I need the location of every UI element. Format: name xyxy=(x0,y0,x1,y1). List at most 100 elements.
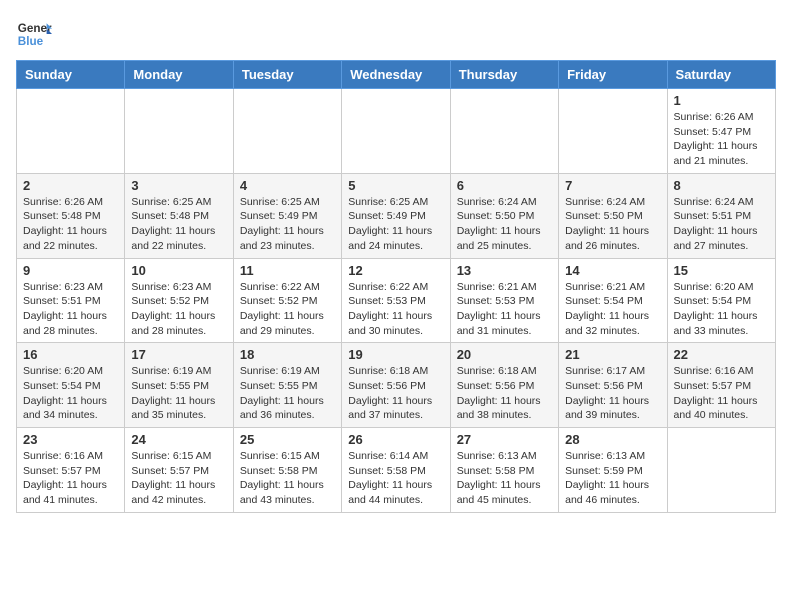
day-number: 21 xyxy=(565,347,660,362)
day-info: Sunrise: 6:24 AM Sunset: 5:50 PM Dayligh… xyxy=(457,195,552,254)
calendar-cell: 6 Sunrise: 6:24 AM Sunset: 5:50 PM Daylig… xyxy=(450,173,558,258)
day-number: 13 xyxy=(457,263,552,278)
weekday-header-sunday: Sunday xyxy=(17,61,125,89)
day-number: 25 xyxy=(240,432,335,447)
calendar-cell: 18Sunrise: 6:19 AM Sunset: 5:55 PM Dayli… xyxy=(233,343,341,428)
day-info: Sunrise: 6:24 AM Sunset: 5:51 PM Dayligh… xyxy=(674,195,769,254)
calendar-cell xyxy=(125,89,233,174)
day-info: Sunrise: 6:16 AM Sunset: 5:57 PM Dayligh… xyxy=(674,364,769,423)
day-info: Sunrise: 6:21 AM Sunset: 5:54 PM Dayligh… xyxy=(565,280,660,339)
calendar-week-4: 16 Sunrise: 6:20 AM Sunset: 5:54 PM Dayli… xyxy=(17,343,776,428)
calendar-cell: 25 Sunrise: 6:15 AM Sunset: 5:58 PM Dayli… xyxy=(233,428,341,513)
calendar-cell: 27 Sunrise: 6:13 AM Sunset: 5:58 PM Dayli… xyxy=(450,428,558,513)
day-number: 2 xyxy=(23,178,118,193)
calendar-cell: 7 Sunrise: 6:24 AM Sunset: 5:50 PM Daylig… xyxy=(559,173,667,258)
day-info: Sunrise: 6:20 AM Sunset: 5:54 PM Dayligh… xyxy=(674,280,769,339)
calendar-cell xyxy=(17,89,125,174)
day-info: Sunrise: 6:17 AM Sunset: 5:56 PM Dayligh… xyxy=(565,364,660,423)
day-number: 20 xyxy=(457,347,552,362)
weekday-header-thursday: Thursday xyxy=(450,61,558,89)
day-number: 28 xyxy=(565,432,660,447)
day-number: 7 xyxy=(565,178,660,193)
day-number: 14 xyxy=(565,263,660,278)
calendar-cell: 26 Sunrise: 6:14 AM Sunset: 5:58 PM Dayli… xyxy=(342,428,450,513)
day-number: 3 xyxy=(131,178,226,193)
day-number: 24 xyxy=(131,432,226,447)
calendar-cell: 2 Sunrise: 6:26 AM Sunset: 5:48 PM Daylig… xyxy=(17,173,125,258)
calendar-cell: 24 Sunrise: 6:15 AM Sunset: 5:57 PM Dayli… xyxy=(125,428,233,513)
day-number: 15 xyxy=(674,263,769,278)
calendar-cell: 16 Sunrise: 6:20 AM Sunset: 5:54 PM Dayli… xyxy=(17,343,125,428)
day-number: 26 xyxy=(348,432,443,447)
calendar-cell: 14 Sunrise: 6:21 AM Sunset: 5:54 PM Dayli… xyxy=(559,258,667,343)
day-number: 9 xyxy=(23,263,118,278)
weekday-header-monday: Monday xyxy=(125,61,233,89)
calendar-cell: 19 Sunrise: 6:18 AM Sunset: 5:56 PM Dayli… xyxy=(342,343,450,428)
calendar-cell: 17 Sunrise: 6:19 AM Sunset: 5:55 PM Dayli… xyxy=(125,343,233,428)
calendar-week-1: 1 Sunrise: 6:26 AM Sunset: 5:47 PM Daylig… xyxy=(17,89,776,174)
weekday-header-tuesday: Tuesday xyxy=(233,61,341,89)
svg-text:Blue: Blue xyxy=(18,35,44,48)
day-info: Sunrise: 6:23 AM Sunset: 5:52 PM Dayligh… xyxy=(131,280,226,339)
calendar-cell xyxy=(233,89,341,174)
day-number: 17 xyxy=(131,347,226,362)
calendar-week-3: 9 Sunrise: 6:23 AM Sunset: 5:51 PM Daylig… xyxy=(17,258,776,343)
day-number: 6 xyxy=(457,178,552,193)
logo: General Blue xyxy=(16,16,52,52)
day-info: Sunrise: 6:21 AM Sunset: 5:53 PM Dayligh… xyxy=(457,280,552,339)
day-number: 18 xyxy=(240,347,335,362)
calendar-cell: 21 Sunrise: 6:17 AM Sunset: 5:56 PM Dayli… xyxy=(559,343,667,428)
day-info: Sunrise: 6:15 AM Sunset: 5:58 PM Dayligh… xyxy=(240,449,335,508)
day-number: 5 xyxy=(348,178,443,193)
day-info: Sunrise: 6:13 AM Sunset: 5:58 PM Dayligh… xyxy=(457,449,552,508)
weekday-header-friday: Friday xyxy=(559,61,667,89)
day-number: 16 xyxy=(23,347,118,362)
day-info: Sunrise: 6:26 AM Sunset: 5:47 PM Dayligh… xyxy=(674,110,769,169)
calendar-cell: 22 Sunrise: 6:16 AM Sunset: 5:57 PM Dayli… xyxy=(667,343,775,428)
day-info: Sunrise: 6:24 AM Sunset: 5:50 PM Dayligh… xyxy=(565,195,660,254)
calendar-cell: 1 Sunrise: 6:26 AM Sunset: 5:47 PM Daylig… xyxy=(667,89,775,174)
day-info: Sunrise: 6:19 AM Sunset: 5:55 PM Dayligh… xyxy=(131,364,226,423)
calendar-cell xyxy=(450,89,558,174)
day-number: 1 xyxy=(674,93,769,108)
day-number: 12 xyxy=(348,263,443,278)
calendar-cell: 20 Sunrise: 6:18 AM Sunset: 5:56 PM Dayli… xyxy=(450,343,558,428)
calendar-cell xyxy=(342,89,450,174)
calendar-week-2: 2 Sunrise: 6:26 AM Sunset: 5:48 PM Daylig… xyxy=(17,173,776,258)
day-number: 27 xyxy=(457,432,552,447)
calendar-table: SundayMondayTuesdayWednesdayThursdayFrid… xyxy=(16,60,776,513)
day-info: Sunrise: 6:14 AM Sunset: 5:58 PM Dayligh… xyxy=(348,449,443,508)
calendar-cell: 23Sunrise: 6:16 AM Sunset: 5:57 PM Dayli… xyxy=(17,428,125,513)
calendar-cell: 10 Sunrise: 6:23 AM Sunset: 5:52 PM Dayli… xyxy=(125,258,233,343)
day-info: Sunrise: 6:18 AM Sunset: 5:56 PM Dayligh… xyxy=(457,364,552,423)
day-info: Sunrise: 6:23 AM Sunset: 5:51 PM Dayligh… xyxy=(23,280,118,339)
day-info: Sunrise: 6:25 AM Sunset: 5:49 PM Dayligh… xyxy=(240,195,335,254)
calendar-cell: 5 Sunrise: 6:25 AM Sunset: 5:49 PM Daylig… xyxy=(342,173,450,258)
day-info: Sunrise: 6:13 AM Sunset: 5:59 PM Dayligh… xyxy=(565,449,660,508)
logo-icon: General Blue xyxy=(16,16,52,52)
page-header: General Blue xyxy=(16,16,776,52)
day-info: Sunrise: 6:20 AM Sunset: 5:54 PM Dayligh… xyxy=(23,364,118,423)
day-info: Sunrise: 6:18 AM Sunset: 5:56 PM Dayligh… xyxy=(348,364,443,423)
day-info: Sunrise: 6:25 AM Sunset: 5:48 PM Dayligh… xyxy=(131,195,226,254)
day-info: Sunrise: 6:26 AM Sunset: 5:48 PM Dayligh… xyxy=(23,195,118,254)
day-number: 19 xyxy=(348,347,443,362)
calendar-cell xyxy=(559,89,667,174)
weekday-header-saturday: Saturday xyxy=(667,61,775,89)
day-number: 10 xyxy=(131,263,226,278)
day-number: 8 xyxy=(674,178,769,193)
calendar-cell: 9 Sunrise: 6:23 AM Sunset: 5:51 PM Daylig… xyxy=(17,258,125,343)
day-number: 11 xyxy=(240,263,335,278)
calendar-week-5: 23Sunrise: 6:16 AM Sunset: 5:57 PM Dayli… xyxy=(17,428,776,513)
calendar-cell xyxy=(667,428,775,513)
calendar-cell: 4Sunrise: 6:25 AM Sunset: 5:49 PM Daylig… xyxy=(233,173,341,258)
day-number: 22 xyxy=(674,347,769,362)
calendar-cell: 3 Sunrise: 6:25 AM Sunset: 5:48 PM Daylig… xyxy=(125,173,233,258)
calendar-cell: 11Sunrise: 6:22 AM Sunset: 5:52 PM Dayli… xyxy=(233,258,341,343)
day-info: Sunrise: 6:22 AM Sunset: 5:53 PM Dayligh… xyxy=(348,280,443,339)
calendar-cell: 12 Sunrise: 6:22 AM Sunset: 5:53 PM Dayli… xyxy=(342,258,450,343)
calendar-cell: 8 Sunrise: 6:24 AM Sunset: 5:51 PM Daylig… xyxy=(667,173,775,258)
day-info: Sunrise: 6:25 AM Sunset: 5:49 PM Dayligh… xyxy=(348,195,443,254)
day-info: Sunrise: 6:15 AM Sunset: 5:57 PM Dayligh… xyxy=(131,449,226,508)
day-number: 23 xyxy=(23,432,118,447)
